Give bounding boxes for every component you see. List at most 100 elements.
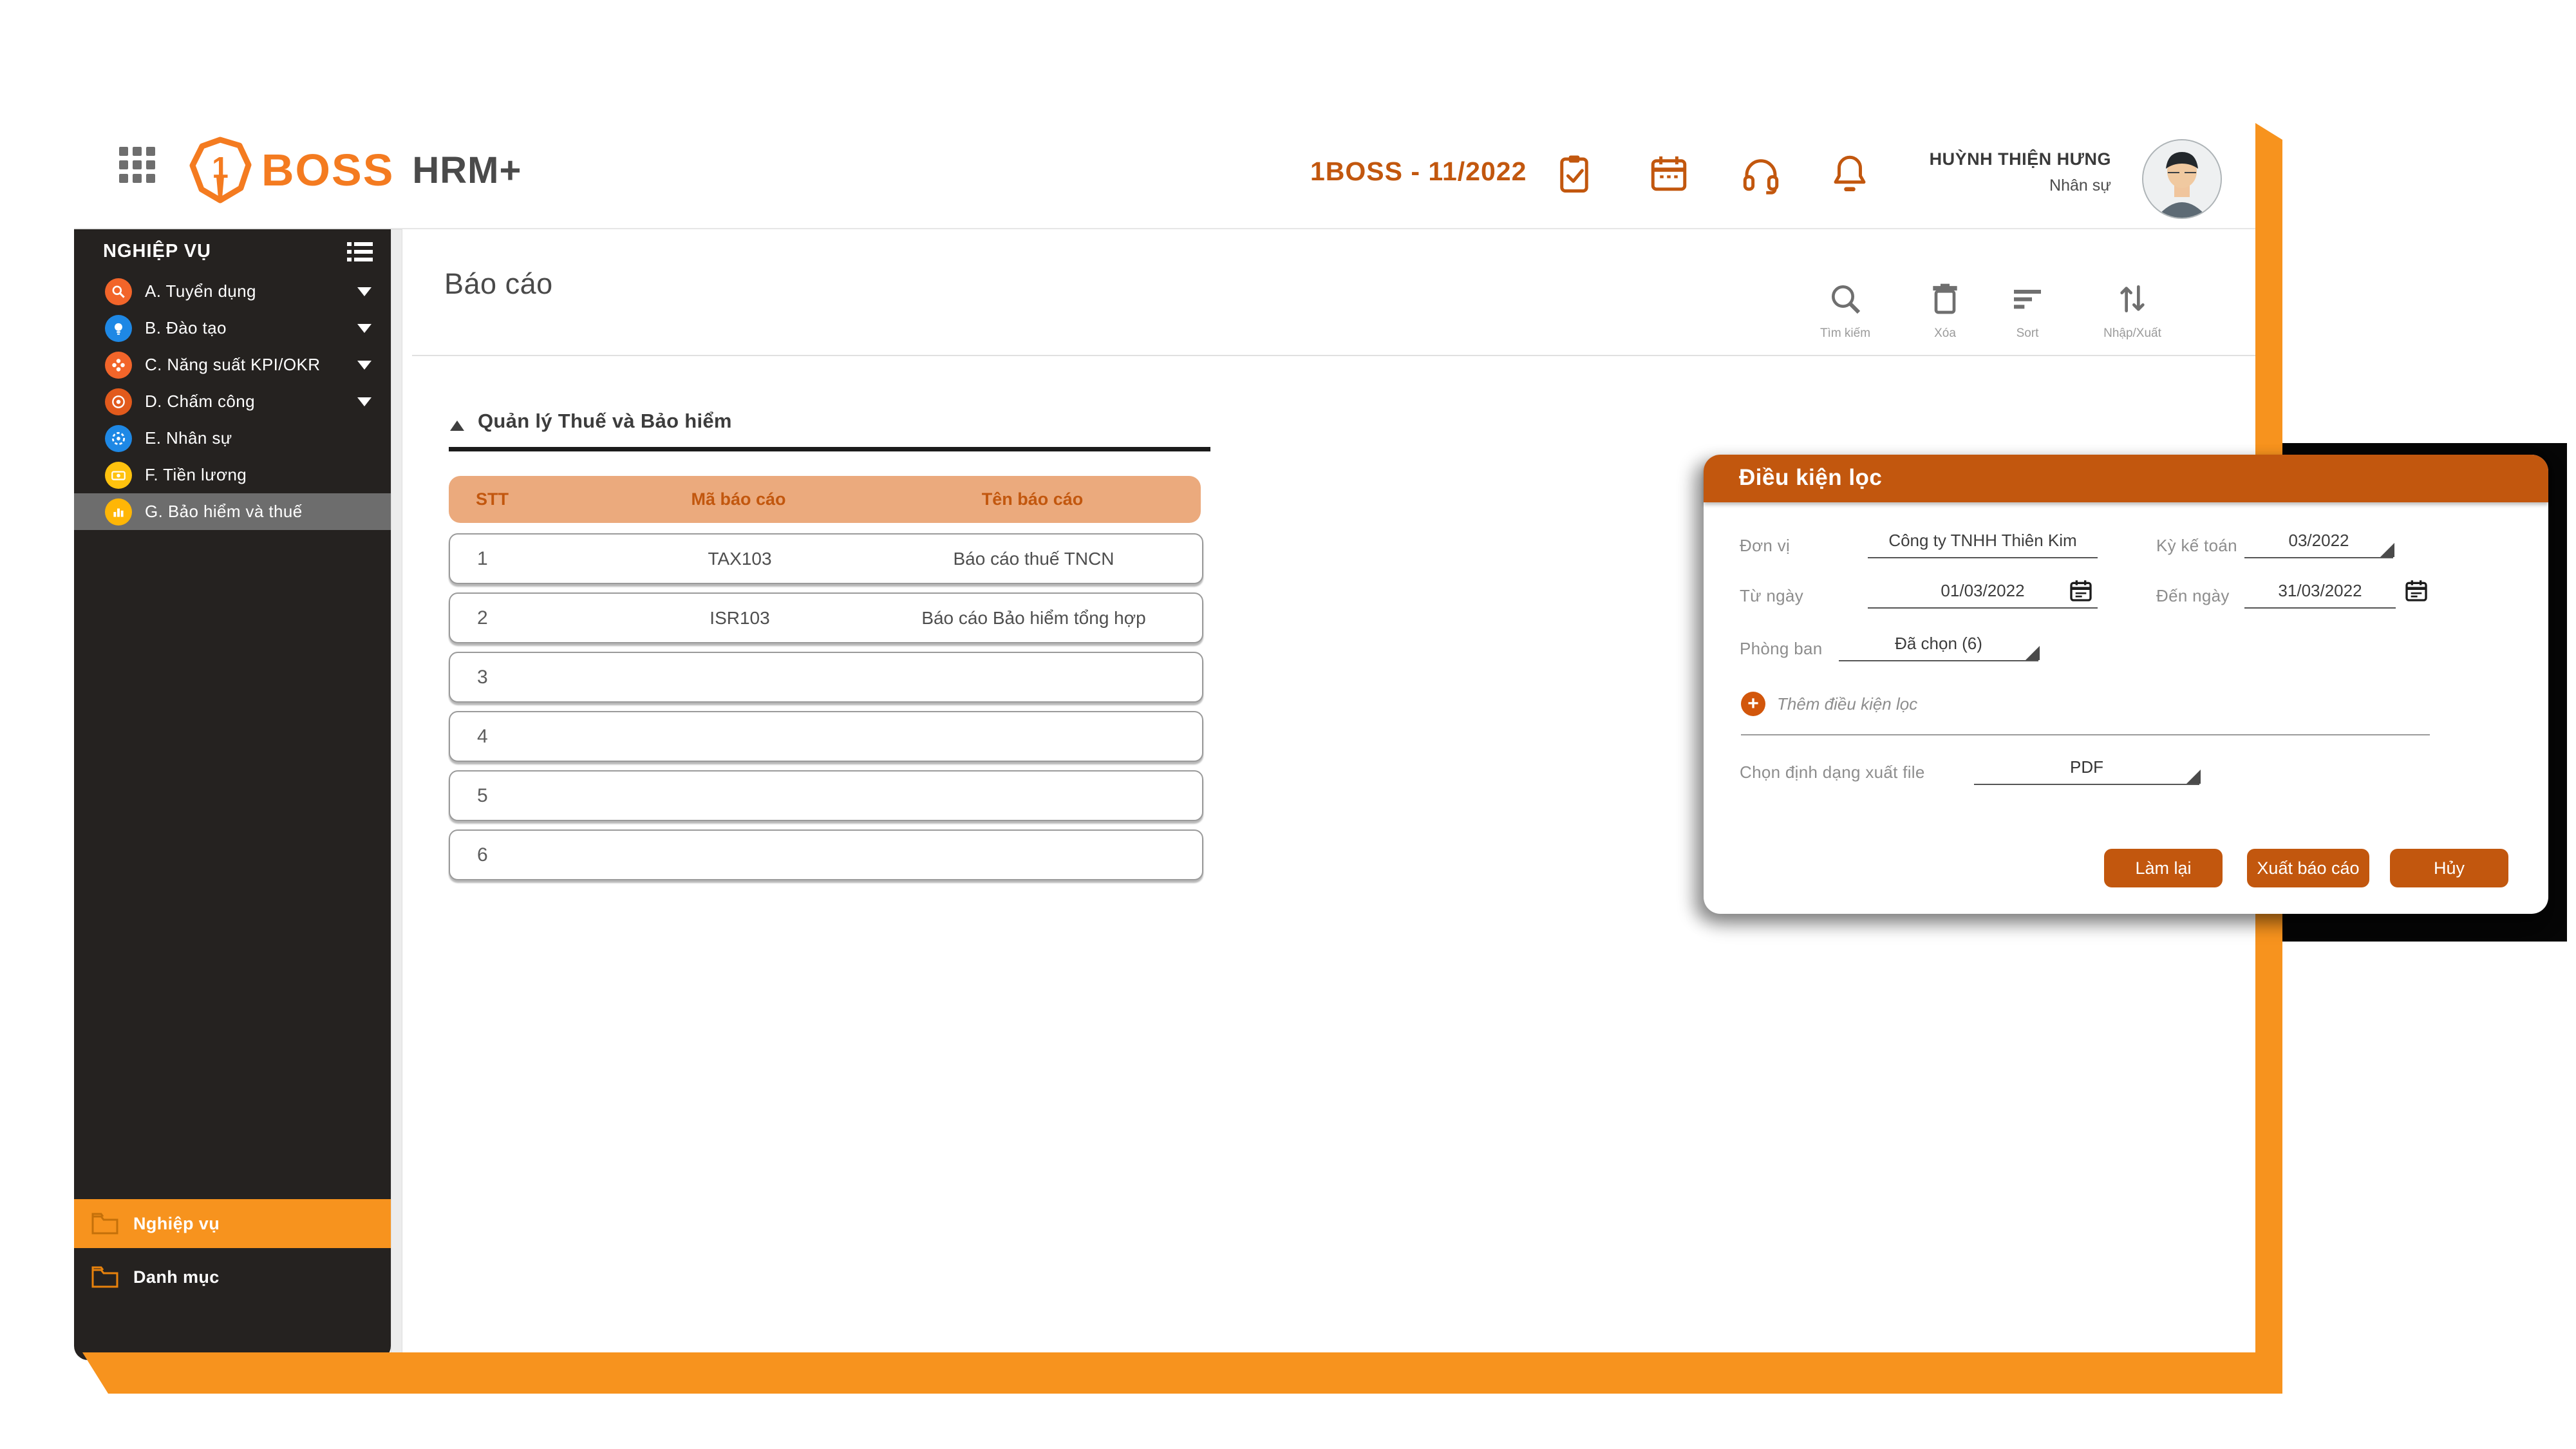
search-tool[interactable]: Tìm kiếm: [1797, 281, 1894, 341]
col-header-stt: STT: [449, 489, 594, 509]
table-row[interactable]: 1 TAX103 Báo cáo thuế TNCN: [449, 533, 1203, 584]
field-label-don-vi: Đơn vị: [1740, 536, 1790, 556]
add-condition-label[interactable]: Thêm điều kiện lọc: [1777, 694, 1917, 714]
import-export-icon: [2114, 281, 2150, 317]
app-launcher-grid-icon[interactable]: [119, 147, 155, 183]
sidebar-item-bao-hiem-thue[interactable]: G. Bảo hiểm và thuế: [74, 493, 391, 530]
calendar-icon[interactable]: [1648, 152, 1690, 194]
sidebar-footer-danh-muc[interactable]: Danh mục: [74, 1253, 391, 1302]
table-header: STT Mã báo cáo Tên báo cáo: [449, 476, 1201, 523]
sidebar-item-label: E. Nhân sự: [145, 428, 232, 448]
add-condition-button[interactable]: +: [1741, 692, 1765, 716]
modal-title: Điều kiện lọc: [1739, 465, 1882, 491]
sidebar-footer-label: Nghiệp vụ: [133, 1214, 220, 1234]
cell-name: Báo cáo thuế TNCN: [885, 549, 1202, 569]
ky-ke-toan-select[interactable]: 03/2022: [2244, 531, 2393, 558]
col-header-code: Mã báo cáo: [594, 489, 883, 509]
tasks-icon[interactable]: [1553, 152, 1595, 194]
trash-icon: [1927, 281, 1963, 317]
chevron-down-icon: [357, 324, 371, 333]
table-row[interactable]: 6: [449, 829, 1203, 880]
den-ngay-value: 31/03/2022: [2278, 581, 2362, 600]
chevron-down-icon: [357, 397, 371, 406]
kpi-icon: [105, 352, 132, 379]
logo: 1 BOSS HRM+: [188, 137, 522, 204]
cell-stt: 4: [450, 726, 595, 748]
support-headset-icon[interactable]: [1740, 152, 1782, 194]
col-header-name: Tên báo cáo: [883, 489, 1201, 509]
sidebar-item-cham-cong[interactable]: D. Chấm công: [74, 383, 391, 420]
cell-stt: 6: [450, 844, 595, 866]
sidebar-item-nhan-su[interactable]: E. Nhân sự: [74, 420, 391, 457]
cell-code: TAX103: [595, 549, 885, 569]
tu-ngay-datepicker[interactable]: 01/03/2022: [1868, 581, 2098, 609]
sidebar-item-label: B. Đào tạo: [145, 318, 227, 338]
cell-stt: 3: [450, 667, 595, 688]
reset-button-label: Làm lại: [2135, 858, 2191, 878]
toolbar-divider: [412, 355, 2255, 356]
section-underline: [449, 447, 1210, 451]
avatar[interactable]: [2142, 139, 2222, 219]
timekeeping-icon: [105, 388, 132, 415]
sidebar-item-dao-tao[interactable]: B. Đào tạo: [74, 310, 391, 346]
cancel-button[interactable]: Hủy: [2390, 849, 2508, 887]
table-row[interactable]: 4: [449, 711, 1203, 762]
user-block[interactable]: HUỲNH THIỆN HƯNG Nhân sự: [1930, 149, 2111, 195]
export-report-button[interactable]: Xuất báo cáo: [2247, 849, 2369, 887]
sidebar-scrollbar[interactable]: [391, 229, 402, 1355]
cancel-button-label: Hủy: [2434, 858, 2465, 878]
user-role: Nhân sự: [1930, 176, 2111, 195]
ky-ke-toan-value: 03/2022: [2289, 531, 2349, 550]
folder-icon: [91, 1265, 119, 1289]
tool-label: Tìm kiếm: [1797, 327, 1894, 341]
user-name: HUỲNH THIỆN HƯNG: [1930, 149, 2111, 169]
search-icon: [1827, 281, 1863, 317]
svg-text:1: 1: [212, 151, 229, 184]
notifications-bell-icon[interactable]: [1829, 152, 1871, 194]
sort-tool[interactable]: Sort: [1979, 281, 2076, 341]
export-format-value: PDF: [2070, 757, 2103, 777]
sidebar-item-tien-luong[interactable]: F. Tiền lương: [74, 457, 391, 493]
calendar-icon[interactable]: [2403, 578, 2429, 603]
sidebar-item-kpi-okr[interactable]: C. Năng suất KPI/OKR: [74, 346, 391, 383]
hr-icon: [105, 425, 132, 452]
dropdown-corner-icon: [2026, 646, 2040, 660]
sidebar-item-label: G. Bảo hiểm và thuế: [145, 502, 303, 522]
export-format-select[interactable]: PDF: [1974, 757, 2199, 785]
sidebar-item-tuyen-dung[interactable]: A. Tuyển dụng: [74, 273, 391, 310]
sidebar-footer-label: Danh mục: [133, 1267, 220, 1287]
chevron-down-icon: [357, 287, 371, 296]
field-label-ky-ke-toan: Kỳ kế toán: [2156, 536, 2237, 556]
import-export-tool[interactable]: Nhập/Xuất: [2084, 281, 2181, 341]
table-row[interactable]: 2 ISR103 Báo cáo Bảo hiểm tổng hợp: [449, 592, 1203, 643]
chevron-down-icon: [357, 361, 371, 370]
tu-ngay-value: 01/03/2022: [1941, 581, 2024, 600]
company-period-title: 1BOSS - 11/2022: [1310, 156, 1527, 187]
product-name: HRM+: [412, 149, 522, 192]
sidebar-item-label: C. Năng suất KPI/OKR: [145, 355, 320, 375]
sidebar-footer-nghiep-vu[interactable]: Nghiệp vụ: [74, 1199, 391, 1248]
logo-shield-icon: 1: [188, 137, 252, 204]
sidebar-item-label: A. Tuyển dụng: [145, 281, 256, 301]
don-vi-input[interactable]: Công ty TNHH Thiên Kim: [1868, 531, 2098, 558]
table-row[interactable]: 3: [449, 652, 1203, 703]
section-title: Quản lý Thuế và Bảo hiểm: [478, 410, 732, 433]
logo-text: BOSS: [261, 144, 394, 196]
den-ngay-datepicker[interactable]: 31/03/2022: [2244, 581, 2396, 609]
training-icon: [105, 315, 132, 342]
menu-list-icon[interactable]: [347, 241, 373, 263]
modal-header: Điều kiện lọc: [1704, 455, 2548, 502]
reset-button[interactable]: Làm lại: [2104, 849, 2223, 887]
table-row[interactable]: 5: [449, 770, 1203, 821]
tool-label: Sort: [1979, 327, 2076, 341]
phong-ban-value: Đã chọn (6): [1895, 634, 1982, 653]
sidebar-item-label: D. Chấm công: [145, 392, 255, 412]
page-title: Báo cáo: [444, 267, 553, 301]
bottom-frame-bar: [82, 1352, 2282, 1394]
app-screen: 1 BOSS HRM+ 1BOSS - 11/2022: [0, 0, 2576, 1449]
collapse-triangle-icon[interactable]: [450, 421, 464, 431]
condition-underline: [1741, 734, 2430, 735]
calendar-icon[interactable]: [2068, 578, 2094, 603]
recruitment-icon: [105, 278, 132, 305]
phong-ban-select[interactable]: Đã chọn (6): [1839, 634, 2038, 661]
